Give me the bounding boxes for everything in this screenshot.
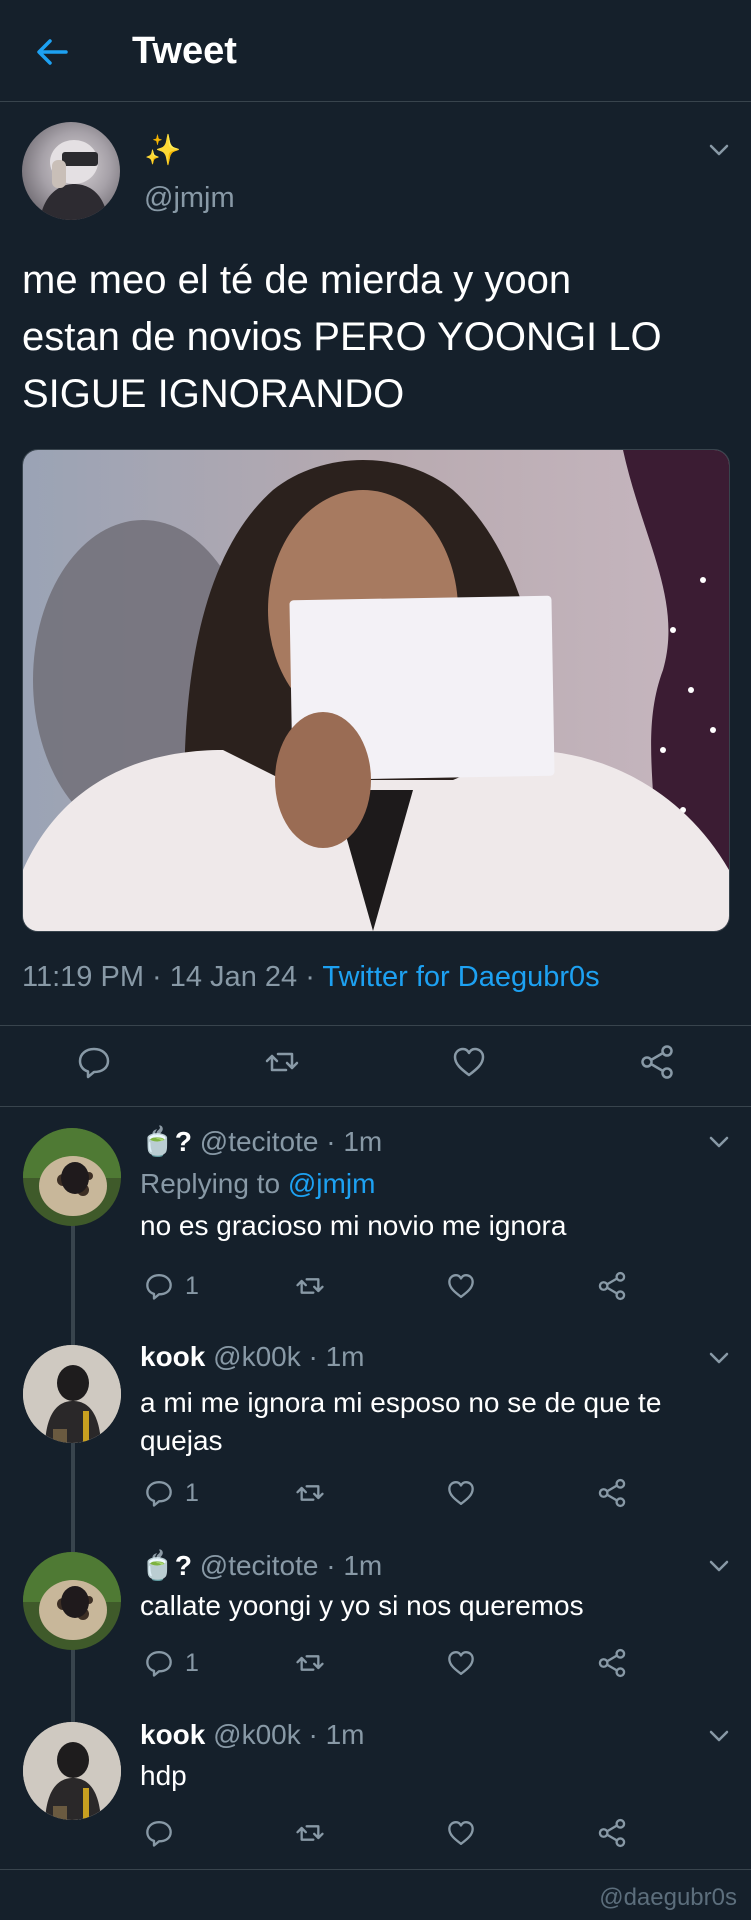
reply-display-name[interactable]: ?	[175, 1126, 192, 1157]
avatar-photo	[23, 1552, 121, 1640]
reply-handle[interactable]: @k00k	[213, 1341, 301, 1372]
avatar-photo	[23, 1128, 121, 1216]
divider	[0, 1869, 751, 1870]
meme-image	[23, 450, 729, 931]
reply-avatar[interactable]	[23, 1345, 121, 1443]
reply-handle[interactable]: @tecitote	[200, 1126, 319, 1157]
retweet-icon[interactable]	[295, 1648, 325, 1678]
reply-count: 1	[185, 1272, 199, 1300]
tweet-source-link[interactable]: Twitter for Daegubr0s	[322, 961, 599, 993]
reply-display-name[interactable]: ?	[175, 1550, 192, 1581]
reply-icon[interactable]	[144, 1648, 174, 1678]
reply-header: kook @k00k · 1m	[140, 1719, 365, 1751]
reply-time: · 1m	[326, 1550, 383, 1581]
top-bar: Tweet	[0, 0, 751, 102]
author-display-name[interactable]: ✨	[144, 133, 181, 169]
thread-line	[71, 1440, 75, 1555]
tweet-text-line: me meo el té de mierda y yoon	[22, 258, 572, 302]
reply-time: · 1m	[308, 1719, 365, 1750]
divider	[0, 1025, 751, 1026]
share-icon[interactable]	[597, 1478, 627, 1508]
watermark: @daegubr0s	[599, 1884, 737, 1911]
retweet-icon[interactable]	[295, 1818, 325, 1848]
like-heart-icon[interactable]	[446, 1818, 476, 1848]
reply-time: · 1m	[326, 1126, 383, 1157]
reply-count: 1	[185, 1479, 199, 1507]
reply-icon[interactable]	[144, 1478, 174, 1508]
replying-to-label: Replying to	[140, 1168, 288, 1199]
reply-count: 1	[185, 1649, 199, 1677]
avatar-photo	[40, 140, 108, 220]
share-icon[interactable]	[597, 1648, 627, 1678]
author-avatar[interactable]	[22, 122, 120, 220]
reply-avatar[interactable]	[23, 1722, 121, 1820]
avatar-photo	[23, 1722, 121, 1820]
reply-display-name[interactable]: kook	[140, 1719, 205, 1750]
reply-text: hdp	[140, 1760, 187, 1791]
tweet-text-line: SIGUE IGNORANDO	[22, 372, 405, 416]
reply-display-name[interactable]: kook	[140, 1341, 205, 1372]
reply-handle[interactable]: @tecitote	[200, 1550, 319, 1581]
chevron-down-icon[interactable]	[704, 1348, 734, 1368]
reply-text: callate yoongi y yo si nos queremos	[140, 1590, 584, 1621]
reply-text-line: a mi me ignora mi esposo no se de que te	[140, 1387, 662, 1418]
reply-text: a mi me ignora mi esposo no se de que te…	[140, 1384, 720, 1460]
tweet-media-image[interactable]	[22, 449, 730, 932]
divider	[0, 1106, 751, 1107]
reply-icon[interactable]	[144, 1271, 174, 1301]
like-heart-icon[interactable]	[446, 1648, 476, 1678]
chevron-down-icon[interactable]	[704, 140, 734, 160]
tweet-timestamp: 11:19 PM · 14 Jan 24 ·	[22, 961, 323, 993]
back-arrow-icon[interactable]	[30, 30, 74, 74]
share-icon[interactable]	[597, 1271, 627, 1301]
reply-handle[interactable]: @k00k	[213, 1719, 301, 1750]
retweet-icon[interactable]	[295, 1271, 325, 1301]
chevron-down-icon[interactable]	[704, 1726, 734, 1746]
retweet-icon[interactable]	[295, 1478, 325, 1508]
replying-to-handle[interactable]: @jmjm	[288, 1168, 376, 1199]
reply-text: no es gracioso mi novio me ignora	[140, 1210, 567, 1241]
tweet-text-line: estan de novios PERO YOONGI LO	[22, 315, 662, 359]
like-heart-icon[interactable]	[446, 1478, 476, 1508]
author-handle[interactable]: @jmjm	[144, 182, 235, 215]
thread-line	[71, 1222, 75, 1350]
replying-to: Replying to @jmjm	[140, 1168, 375, 1200]
chevron-down-icon[interactable]	[704, 1556, 734, 1576]
page-title: Tweet	[132, 30, 237, 72]
tweet-text: me meo el té de mierda y yoon estan de n…	[22, 252, 732, 423]
avatar-photo	[23, 1345, 121, 1443]
reply-header: kook @k00k · 1m	[140, 1341, 365, 1373]
reply-icon[interactable]	[76, 1044, 112, 1080]
tea-emoji: 🍵	[140, 1126, 175, 1157]
reply-text-line: quejas	[140, 1425, 223, 1456]
reply-icon[interactable]	[144, 1818, 174, 1848]
reply-avatar[interactable]	[23, 1552, 121, 1650]
thread-line	[71, 1646, 75, 1724]
reply-header: 🍵? @tecitote · 1m	[140, 1125, 382, 1158]
tea-emoji: 🍵	[140, 1550, 175, 1581]
reply-time: · 1m	[308, 1341, 365, 1372]
reply-header: 🍵? @tecitote · 1m	[140, 1549, 382, 1582]
reply-avatar[interactable]	[23, 1128, 121, 1226]
retweet-icon[interactable]	[264, 1044, 300, 1080]
share-icon[interactable]	[597, 1818, 627, 1848]
share-icon[interactable]	[639, 1044, 675, 1080]
like-heart-icon[interactable]	[451, 1044, 487, 1080]
tweet-meta: 11:19 PM · 14 Jan 24 · Twitter for Daegu…	[22, 961, 600, 994]
like-heart-icon[interactable]	[446, 1271, 476, 1301]
chevron-down-icon[interactable]	[704, 1132, 734, 1152]
